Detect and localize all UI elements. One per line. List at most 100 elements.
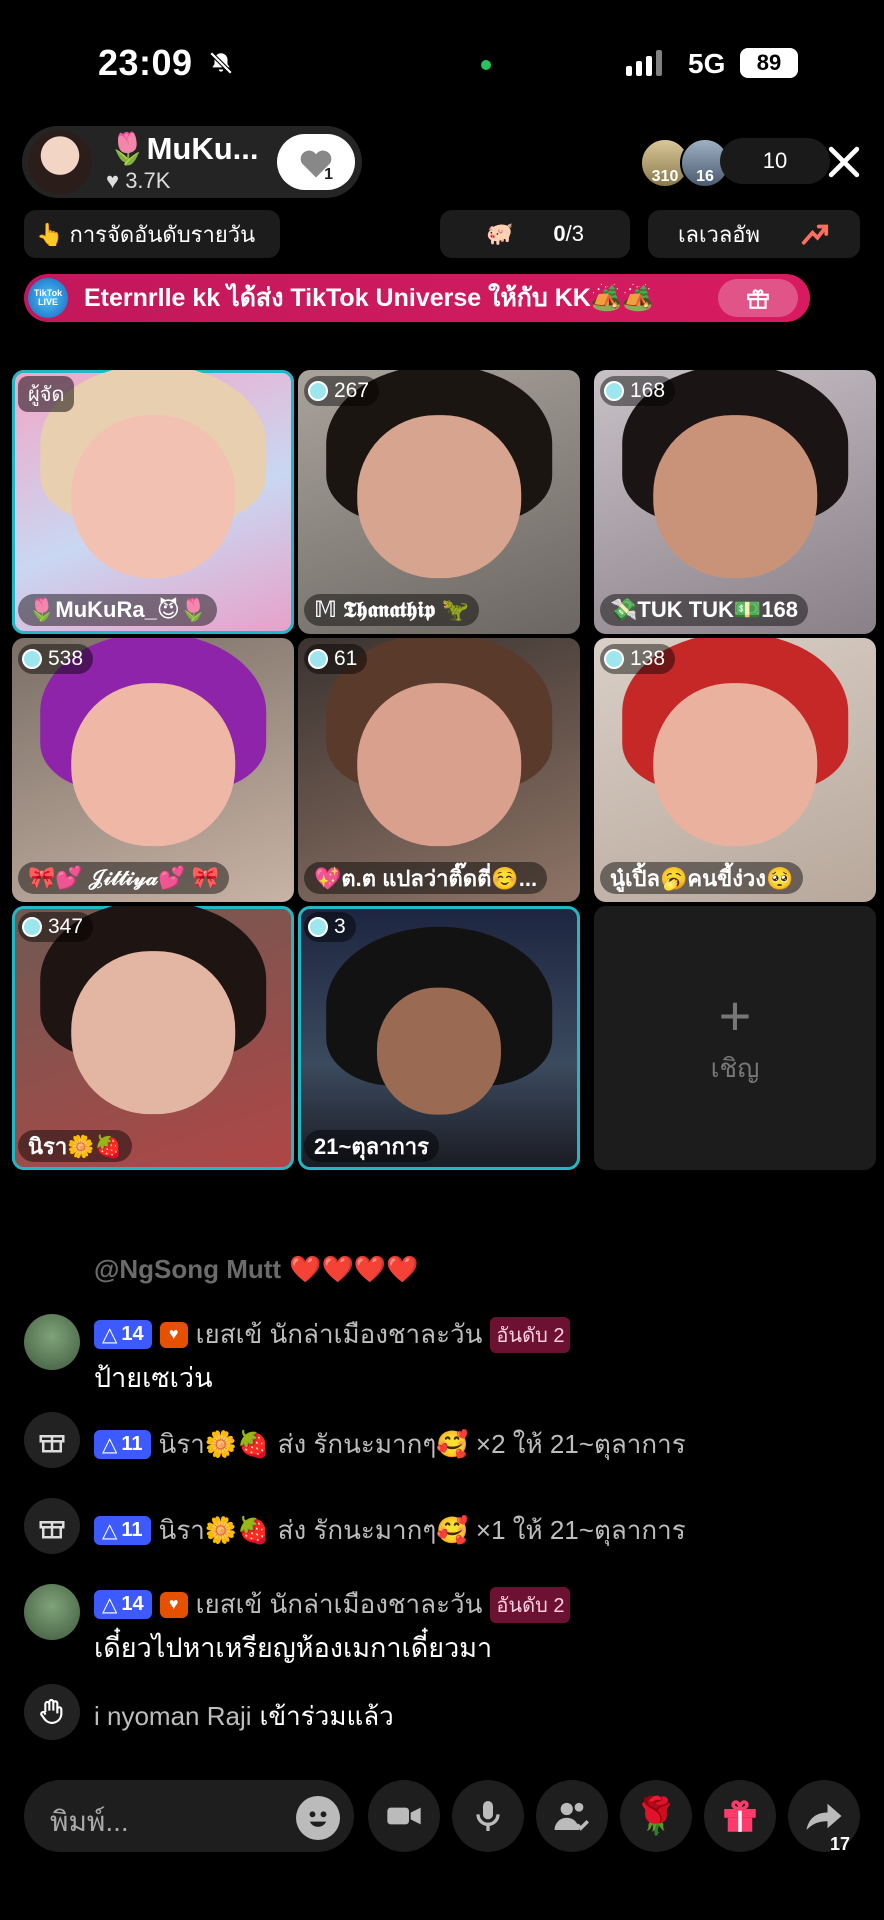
rose-icon: 🌹 bbox=[633, 1795, 679, 1836]
gift-icon bbox=[724, 1800, 756, 1832]
guest-score: 347 bbox=[48, 915, 84, 938]
guest-score: 267 bbox=[334, 379, 370, 402]
level-badge: △ 11 bbox=[94, 1430, 151, 1459]
level-number: 14 bbox=[121, 1593, 144, 1615]
chat-row: i nyoman Raji เข้าร่วมแล้ว bbox=[94, 1696, 394, 1737]
guest-score-badge: 538 bbox=[18, 644, 94, 674]
guest-name: 💖ต.ต แปลว่าติ๊ดตี่☺️... bbox=[304, 862, 548, 894]
chat-text: ป้ายเซเว่น bbox=[94, 1363, 213, 1393]
plus-icon: + bbox=[718, 983, 752, 1047]
chat-row: △ 11 นิรา🌼🍓 ส่ง รักนะมากๆ🥰 ×2 ให้ 21~ตุล… bbox=[94, 1424, 686, 1465]
privacy-indicator bbox=[481, 60, 491, 70]
follow-count: 1 bbox=[324, 166, 333, 183]
score-icon bbox=[22, 649, 42, 669]
guest-score: 3 bbox=[334, 915, 346, 938]
guest-score-badge: 267 bbox=[304, 376, 380, 406]
chat-username[interactable]: เยสเข้ นักล่าเมืองชาละวัน bbox=[196, 1584, 483, 1625]
host-name: 🌷MuKu... bbox=[108, 131, 259, 166]
level-up-label: เลเวลอัพ bbox=[677, 221, 761, 247]
level-number: 11 bbox=[121, 1433, 143, 1455]
video-tile-host[interactable]: ผู้จัด 🌷MuKuRa_😈🌷 bbox=[12, 370, 294, 634]
host-avatar[interactable] bbox=[28, 130, 92, 194]
level-up-chip[interactable]: เลเวลอัพ bbox=[648, 210, 860, 258]
fan-heart-icon: ♥ bbox=[159, 1591, 188, 1618]
level-number: 11 bbox=[121, 1519, 143, 1541]
gift-icon bbox=[747, 289, 769, 309]
chat-text: เข้าร่วมแล้ว bbox=[259, 1701, 394, 1731]
close-icon[interactable] bbox=[822, 140, 866, 184]
gift-icon bbox=[24, 1412, 80, 1468]
gift-icon bbox=[24, 1498, 80, 1554]
goal-icon: 🐖 bbox=[485, 221, 514, 246]
rose-gift-button[interactable]: 🌹 bbox=[620, 1780, 692, 1852]
viewer-badge: 16 bbox=[696, 168, 714, 185]
score-icon bbox=[604, 381, 624, 401]
level-badge: △ 11 bbox=[94, 1516, 151, 1545]
guest-name: 21~ตุลาการ bbox=[304, 1130, 439, 1162]
video-tile-guest[interactable]: 538 🎀💕 𝒥𝒾𝓉𝓉𝒾𝓎𝒶💕 🎀 bbox=[12, 638, 294, 902]
video-tile-guest[interactable]: 168 💸TUK TUK💵168 bbox=[594, 370, 876, 634]
guest-score: 168 bbox=[630, 379, 666, 402]
chat-text: ❤️❤️❤️❤️ bbox=[289, 1254, 419, 1284]
people-check-icon bbox=[554, 1802, 589, 1831]
viewer-count[interactable]: 10 bbox=[720, 138, 830, 184]
video-tile-guest[interactable]: 138 นู๋เปิ้ล🥱คนขี้ง่วง🥺 bbox=[594, 638, 876, 902]
host-tag: ผู้จัด bbox=[18, 376, 75, 412]
score-icon bbox=[604, 649, 624, 669]
video-tile-guest[interactable]: 267 𝕄 𝕿𝖍𝖆𝖓𝖆𝖙𝖍𝖎𝖕 🦖 bbox=[298, 370, 580, 634]
bell-muted-icon bbox=[209, 51, 233, 75]
chat-text: ส่ง รักนะมากๆ🥰 ×1 ให้ 21~ตุลาการ bbox=[277, 1515, 686, 1545]
chat-avatar[interactable] bbox=[24, 1314, 80, 1370]
ranking-label: 👆 การจัดอันดับรายวัน bbox=[36, 221, 256, 247]
chat-message: △ 14 ♥ เยสเข้ นักล่าเมืองชาละวัน อันดับ … bbox=[24, 1584, 860, 1663]
chat-username[interactable]: i nyoman Raji bbox=[94, 1701, 252, 1732]
viewer-badge: 310 bbox=[651, 168, 679, 185]
gift-button[interactable] bbox=[704, 1780, 776, 1852]
goal-total: /3 bbox=[565, 221, 584, 246]
camera-icon bbox=[387, 1807, 421, 1825]
microphone-button[interactable] bbox=[452, 1780, 524, 1852]
chat-row: △ 14 ♥ เยสเข้ นักล่าเมืองชาละวัน อันดับ … bbox=[94, 1314, 571, 1355]
chat-username[interactable]: นิรา🌼🍓 bbox=[159, 1510, 270, 1551]
guest-name: นู๋เปิ้ล🥱คนขี้ง่วง🥺 bbox=[600, 862, 804, 894]
gift-banner-button[interactable] bbox=[718, 279, 798, 317]
gift-message: △ 11 นิรา🌼🍓 ส่ง รักนะมากๆ🥰 ×2 ให้ 21~ตุล… bbox=[24, 1412, 860, 1472]
gift-message: △ 11 นิรา🌼🍓 ส่ง รักนะมากๆ🥰 ×1 ให้ 21~ตุล… bbox=[24, 1498, 860, 1558]
comment-placeholder: พิมพ์... bbox=[50, 1806, 129, 1837]
microphone-icon bbox=[476, 1801, 500, 1831]
video-tile-guest[interactable]: 347 นิรา🌼🍓 bbox=[12, 906, 294, 1170]
gift-notification-banner[interactable]: TikTok LIVE Eternrlle kk ได้ส่ง TikTok U… bbox=[24, 274, 810, 322]
chat-message: @NgSong Mutt ❤️❤️❤️❤️ bbox=[24, 1250, 860, 1290]
wave-hand-icon bbox=[24, 1684, 80, 1740]
guest-score-badge: 138 bbox=[600, 644, 676, 674]
chat-row: @NgSong Mutt ❤️❤️❤️❤️ bbox=[94, 1254, 419, 1285]
emoji-icon[interactable] bbox=[296, 1796, 340, 1840]
chat-avatar[interactable] bbox=[24, 1584, 80, 1640]
host-likes-count: 3.7K bbox=[125, 168, 171, 193]
guest-name: 𝕄 𝕿𝖍𝖆𝖓𝖆𝖙𝖍𝖎𝖕 🦖 bbox=[304, 594, 479, 626]
tiktok-live-badge: TikTok LIVE bbox=[28, 278, 68, 318]
follow-button[interactable]: 1 bbox=[277, 134, 355, 190]
guest-score: 538 bbox=[48, 647, 84, 670]
goal-current: 0 bbox=[553, 221, 566, 246]
chat-text: เดี๋ยวไปหาเหรียญห้องเมกาเดี๋ยวมา bbox=[94, 1633, 493, 1663]
chat-username: @NgSong Mutt bbox=[94, 1254, 282, 1284]
guest-score-badge: 3 bbox=[304, 912, 356, 942]
guests-button[interactable] bbox=[536, 1780, 608, 1852]
video-tile-guest[interactable]: 3 21~ตุลาการ bbox=[298, 906, 580, 1170]
score-icon bbox=[308, 381, 328, 401]
rank-badge: อันดับ 2 bbox=[490, 1586, 571, 1623]
host-likes: ♥ 3.7K bbox=[106, 168, 171, 193]
chat-username[interactable]: นิรา🌼🍓 bbox=[159, 1424, 270, 1465]
score-icon bbox=[308, 649, 328, 669]
camera-button[interactable] bbox=[368, 1780, 440, 1852]
invite-guest-button[interactable]: + เชิญ bbox=[594, 906, 876, 1170]
guest-name: 🎀💕 𝒥𝒾𝓉𝓉𝒾𝓎𝒶💕 🎀 bbox=[18, 862, 229, 894]
chat-text: ส่ง รักนะมากๆ🥰 ×2 ให้ 21~ตุลาการ bbox=[277, 1429, 686, 1459]
chat-username[interactable]: เยสเข้ นักล่าเมืองชาละวัน bbox=[196, 1314, 483, 1355]
daily-ranking-chip[interactable]: 👆 การจัดอันดับรายวัน bbox=[24, 210, 280, 258]
join-message: i nyoman Raji เข้าร่วมแล้ว bbox=[24, 1684, 860, 1744]
video-tile-guest[interactable]: 61 💖ต.ต แปลว่าติ๊ดตี่☺️... bbox=[298, 638, 580, 902]
goal-progress-chip[interactable]: 🐖 0/3 bbox=[440, 210, 630, 258]
score-icon bbox=[22, 917, 42, 937]
